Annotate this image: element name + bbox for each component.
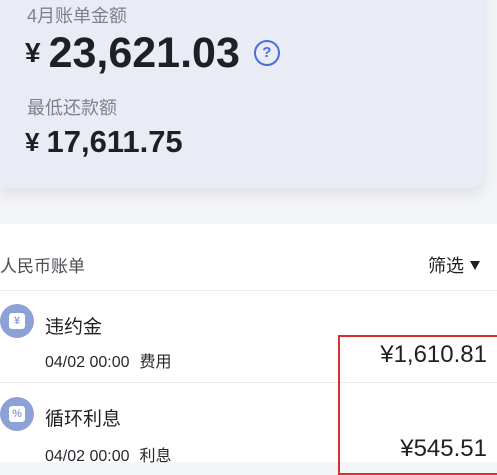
divider bbox=[0, 290, 497, 291]
item-type: 费用 bbox=[139, 354, 172, 371]
item-datetime: 04/02 00:00 bbox=[45, 354, 130, 371]
yen-bill-icon: ¥ bbox=[0, 304, 34, 338]
item-meta: 04/02 00:00 费用 bbox=[45, 348, 172, 372]
list-header-rmb-bill: 人民币账单 bbox=[0, 257, 85, 276]
highlight-box bbox=[338, 335, 497, 475]
item-meta: 04/02 00:00 利息 bbox=[45, 442, 172, 466]
min-payment-row: ¥ 17,611.75 bbox=[25, 122, 183, 162]
min-payment-value: 17,611.75 bbox=[46, 124, 183, 159]
bill-amount-label: 4月账单金额 bbox=[27, 6, 128, 26]
percent-icon: % bbox=[0, 397, 34, 431]
min-payment-label: 最低还款额 bbox=[27, 98, 117, 118]
filter-button[interactable]: 筛选 bbox=[428, 252, 480, 278]
triangle-down-icon bbox=[470, 260, 480, 270]
min-payment-currency: ¥ bbox=[25, 126, 40, 157]
item-name: 循环利息 bbox=[45, 409, 122, 430]
bill-amount-row: ¥ 23,621.03 ? bbox=[25, 28, 280, 78]
item-type: 利息 bbox=[139, 448, 172, 465]
filter-label: 筛选 bbox=[428, 256, 464, 276]
question-circle-icon[interactable]: ? bbox=[253, 40, 280, 66]
item-datetime: 04/02 00:00 bbox=[45, 448, 130, 465]
bill-currency: ¥ bbox=[25, 37, 41, 68]
bill-amount-value: 23,621.03 bbox=[48, 28, 240, 77]
item-name: 违约金 bbox=[45, 317, 103, 338]
